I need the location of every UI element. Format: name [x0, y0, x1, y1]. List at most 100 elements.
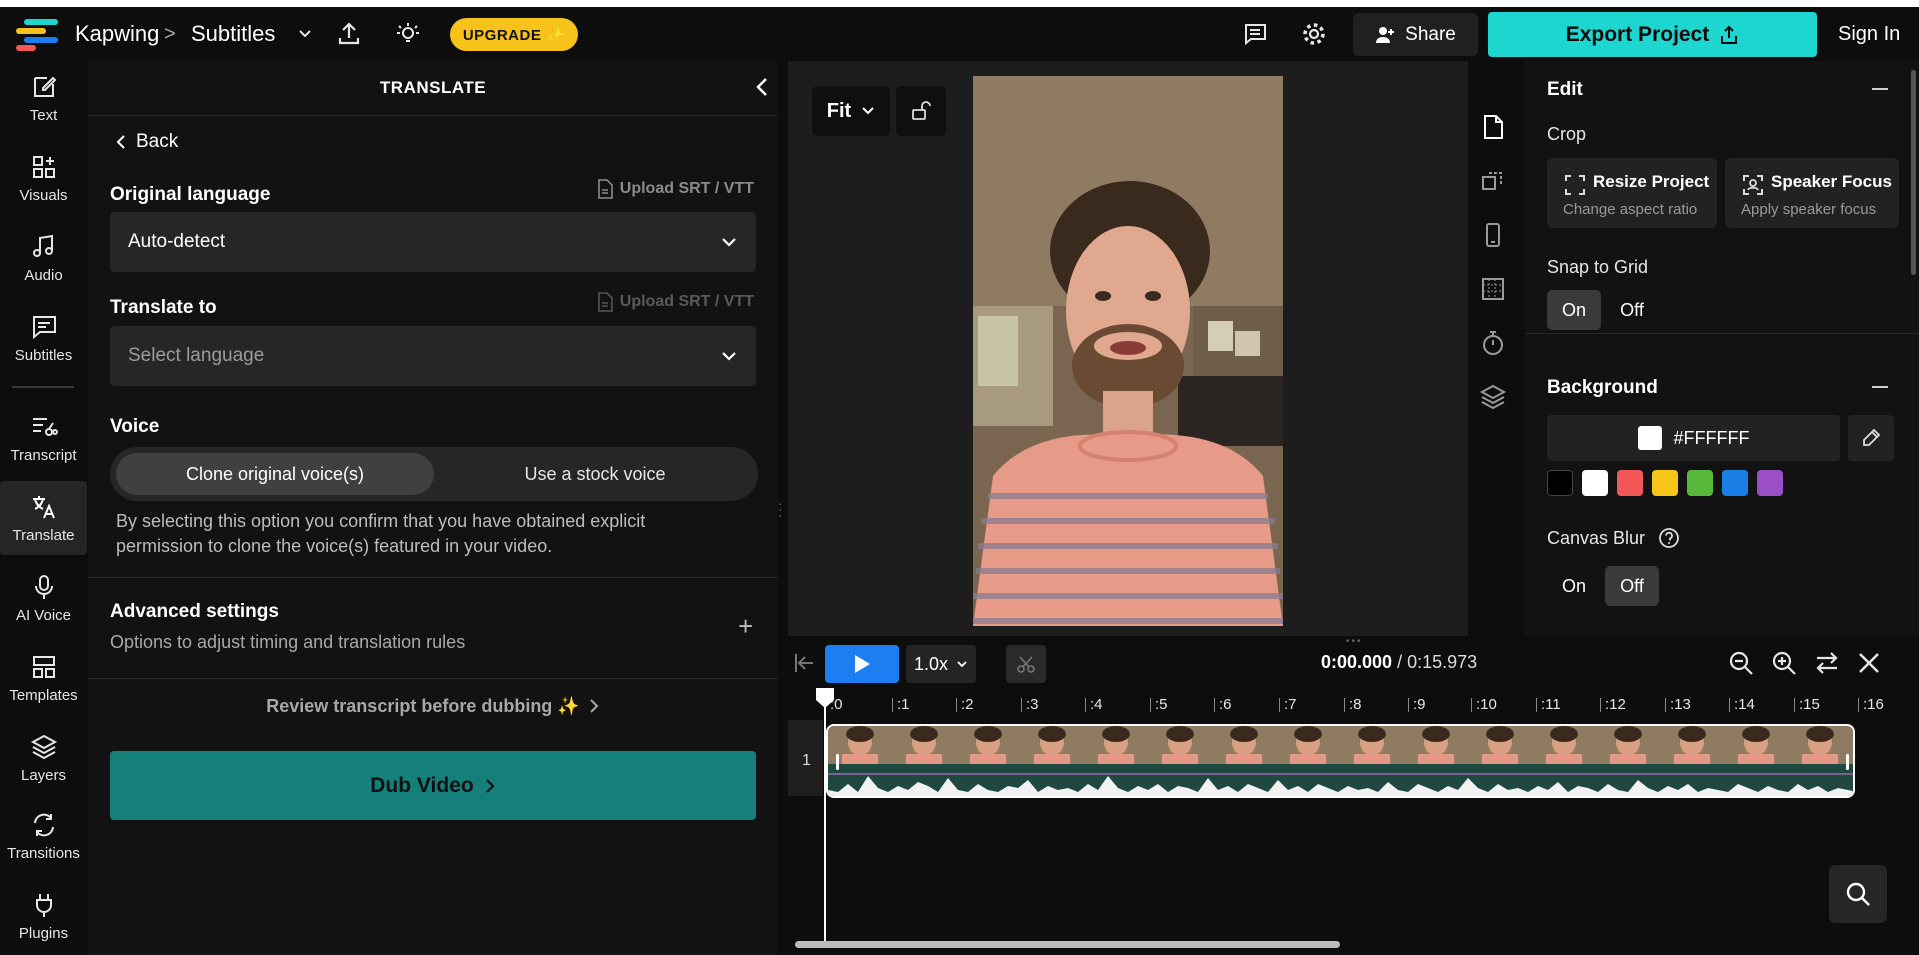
voice-label: Voice [110, 416, 159, 438]
swatch-black[interactable] [1547, 470, 1573, 496]
back-button[interactable]: Back [114, 131, 178, 153]
resize-project-card[interactable]: Resize Project Change aspect ratio [1547, 158, 1717, 228]
timer-icon[interactable] [1479, 329, 1507, 357]
grid-icon[interactable] [1479, 275, 1507, 303]
zoom-in-icon[interactable] [1769, 648, 1799, 678]
review-label: Review transcript before dubbing ✨ [266, 696, 579, 717]
split-button[interactable] [1006, 645, 1046, 683]
timeline-resize-handle[interactable]: ••• [1346, 636, 1363, 647]
fit-dropdown[interactable]: Fit [812, 86, 890, 136]
timeline-scrollbar[interactable] [795, 941, 1340, 948]
panel-resize-handle[interactable]: ··· [778, 500, 783, 518]
nav-transcript[interactable]: Transcript [0, 401, 87, 475]
nav-plugins-label: Plugins [19, 925, 68, 942]
blur-on-toggle[interactable]: On [1547, 566, 1601, 606]
expand-plus-icon[interactable]: + [738, 611, 753, 642]
export-project-button[interactable]: Export Project [1488, 12, 1817, 57]
skip-to-start-icon[interactable] [793, 652, 817, 674]
playhead[interactable] [824, 690, 826, 948]
snap-on-toggle[interactable]: On [1547, 290, 1601, 330]
swatch-blue[interactable] [1722, 470, 1748, 496]
app-name[interactable]: Kapwing [75, 7, 159, 61]
chevron-down-icon [956, 658, 968, 670]
nav-visuals-label: Visuals [19, 187, 67, 204]
properties-scrollbar[interactable] [1911, 70, 1916, 275]
phone-icon[interactable] [1479, 221, 1507, 249]
collapse-minus-icon[interactable] [1872, 386, 1888, 388]
translate-to-select[interactable]: Select language [110, 326, 756, 386]
share-button[interactable]: Share [1353, 13, 1478, 56]
aspect-lock-button[interactable] [896, 86, 946, 136]
dub-video-button[interactable]: Dub Video [110, 751, 756, 820]
play-button[interactable] [825, 645, 899, 683]
stock-voice-option[interactable]: Use a stock voice [436, 453, 754, 495]
nav-transitions[interactable]: Transitions [0, 799, 87, 873]
gear-icon[interactable] [1299, 19, 1329, 49]
timeline: 1.0x 0:00.000 / 0:15.973 ••• :0 :1 :2 :3… [788, 636, 1919, 955]
nav-audio[interactable]: Audio [0, 221, 87, 295]
zoom-out-icon[interactable] [1726, 648, 1756, 678]
nav-ai-voice[interactable]: AI Voice [0, 561, 87, 635]
nav-subtitles[interactable]: Subtitles [0, 301, 87, 375]
speaker-focus-card[interactable]: Speaker Focus Apply speaker focus [1725, 158, 1899, 228]
nav-text[interactable]: Text [0, 61, 87, 135]
swap-icon[interactable] [1812, 648, 1842, 678]
background-color-field[interactable]: #FFFFFF [1547, 415, 1840, 461]
tick: :9 [1413, 696, 1426, 713]
collapse-panel-icon[interactable] [748, 73, 776, 101]
subtitles-icon [30, 313, 58, 341]
lightbulb-icon[interactable] [393, 19, 423, 49]
upload-srt-button-1[interactable]: Upload SRT / VTT [597, 179, 754, 199]
nav-templates-label: Templates [9, 687, 77, 704]
comment-icon[interactable] [1240, 19, 1270, 49]
video-preview[interactable] [973, 76, 1283, 626]
blur-off-toggle[interactable]: Off [1605, 566, 1659, 606]
kapwing-logo[interactable] [16, 19, 60, 51]
nav-text-label: Text [30, 107, 58, 124]
nav-visuals[interactable]: Visuals [0, 141, 87, 215]
help-icon[interactable] [1658, 527, 1680, 549]
upload-srt-button-2[interactable]: Upload SRT / VTT [597, 292, 754, 312]
swatch-yellow[interactable] [1652, 470, 1678, 496]
upgrade-button[interactable]: UPGRADE ✨ [450, 18, 578, 51]
text-edit-icon [30, 73, 58, 101]
nav-plugins[interactable]: Plugins [0, 879, 87, 953]
video-clip[interactable] [826, 724, 1855, 798]
background-hex-value: #FFFFFF [1674, 428, 1750, 449]
speed-dropdown[interactable]: 1.0x [906, 645, 976, 683]
nav-templates[interactable]: Templates [0, 641, 87, 715]
duplicate-icon[interactable] [1479, 167, 1507, 195]
clip-thumbnails-waveform [828, 726, 1855, 798]
swatch-white[interactable] [1582, 470, 1608, 496]
translate-to-placeholder: Select language [128, 345, 264, 367]
eyedropper-button[interactable] [1848, 415, 1894, 461]
timeline-ruler[interactable]: :0 :1 :2 :3 :4 :5 :6 :7 :8 :9 :10 :11 :1… [788, 690, 1919, 720]
upload-label-2: Upload SRT / VTT [620, 293, 754, 311]
tick: :7 [1284, 696, 1297, 713]
clone-voice-option[interactable]: Clone original voice(s) [116, 453, 434, 495]
file-icon [597, 292, 613, 312]
chevron-down-icon[interactable] [290, 19, 320, 49]
sign-in-link[interactable]: Sign In [1838, 7, 1900, 61]
layers-icon[interactable] [1479, 383, 1507, 411]
collapse-minus-icon[interactable] [1872, 88, 1888, 90]
document-icon[interactable] [1479, 113, 1507, 141]
close-icon[interactable] [1854, 648, 1884, 678]
review-transcript-link[interactable]: Review transcript before dubbing ✨ [88, 691, 778, 721]
original-language-select[interactable]: Auto-detect [110, 212, 756, 272]
project-name[interactable]: Subtitles [191, 7, 275, 61]
nav-layers[interactable]: Layers [0, 721, 87, 795]
swatch-purple[interactable] [1757, 470, 1783, 496]
nav-translate[interactable]: Translate [0, 481, 87, 555]
upload-icon[interactable] [334, 19, 364, 49]
swatch-green[interactable] [1687, 470, 1713, 496]
resize-project-title: Resize Project [1593, 172, 1709, 192]
tick: :5 [1155, 696, 1168, 713]
browser-top-edge [0, 0, 1919, 7]
chevron-down-icon [861, 104, 875, 118]
panel-title: TRANSLATE [88, 61, 778, 116]
swatch-red[interactable] [1617, 470, 1643, 496]
advanced-settings-title[interactable]: Advanced settings [110, 601, 279, 623]
search-button[interactable] [1829, 865, 1887, 923]
snap-off-toggle[interactable]: Off [1605, 290, 1659, 330]
